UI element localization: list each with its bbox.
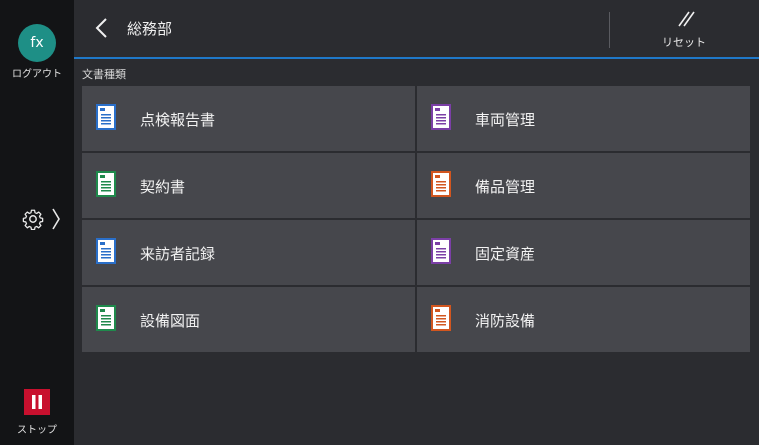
settings-button[interactable]	[22, 207, 62, 231]
document-type-grid: 点検報告書 車両管理 契約書 備品管理 来訪者記録 固定資産 設備図面 消防設備	[82, 86, 750, 352]
logout-label: ログアウト	[12, 69, 62, 80]
sidebar: fx ログアウト ストップ	[0, 0, 74, 445]
tile-fire-equipment[interactable]: 消防設備	[417, 287, 750, 352]
tile-label: 車両管理	[475, 111, 536, 129]
tile-label: 設備図面	[140, 312, 201, 330]
document-icon	[431, 238, 451, 264]
tile-label: 備品管理	[475, 178, 536, 196]
chevron-left-icon	[95, 18, 107, 38]
fx-avatar-icon: fx	[18, 24, 56, 62]
tile-visitor-record[interactable]: 来訪者記録	[82, 220, 415, 285]
back-button[interactable]	[92, 16, 112, 40]
reset-label: リセット	[662, 36, 706, 49]
document-icon	[96, 171, 116, 197]
header: 総務部 リセット	[74, 0, 759, 57]
stop-label: ストップ	[17, 425, 57, 436]
stop-icon	[24, 389, 50, 415]
tile-vehicle-management[interactable]: 車両管理	[417, 86, 750, 151]
tile-label: 来訪者記録	[140, 245, 216, 263]
document-icon	[96, 238, 116, 264]
section-label: 文書種類	[82, 68, 126, 81]
tile-fixed-assets[interactable]: 固定資産	[417, 220, 750, 285]
header-accent-line	[74, 57, 759, 59]
chevron-right-icon	[52, 208, 60, 230]
logout-badge-text: fx	[30, 35, 44, 51]
page-title: 総務部	[127, 20, 173, 38]
logout-button[interactable]: fx ログアウト	[0, 24, 74, 80]
reset-icon	[678, 11, 695, 27]
document-icon	[431, 104, 451, 130]
header-divider	[609, 12, 610, 48]
tile-label: 固定資産	[475, 245, 536, 263]
document-icon	[96, 305, 116, 331]
reset-button[interactable]: リセット	[634, 8, 734, 50]
tile-facility-drawing[interactable]: 設備図面	[82, 287, 415, 352]
stop-button[interactable]: ストップ	[0, 389, 74, 436]
tile-label: 契約書	[140, 178, 186, 196]
document-icon	[96, 104, 116, 130]
document-icon	[431, 171, 451, 197]
gear-icon	[22, 209, 44, 230]
tile-inspection-report[interactable]: 点検報告書	[82, 86, 415, 151]
tile-contract[interactable]: 契約書	[82, 153, 415, 218]
tile-equipment-management[interactable]: 備品管理	[417, 153, 750, 218]
tile-label: 点検報告書	[140, 111, 216, 129]
tile-label: 消防設備	[475, 312, 536, 330]
document-icon	[431, 305, 451, 331]
